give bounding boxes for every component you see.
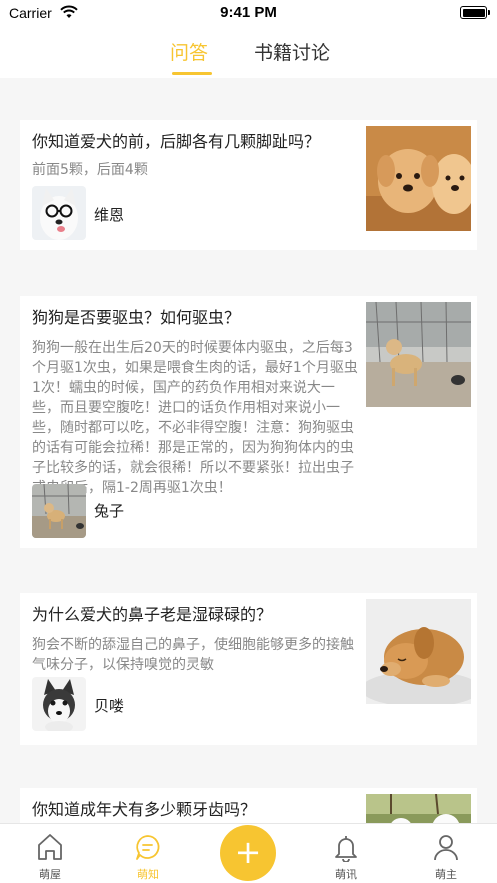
- tabbar-item-profile[interactable]: 萌主: [416, 824, 476, 883]
- tabbar-item-home[interactable]: 萌屋: [20, 824, 80, 883]
- husky-puppy-avatar[interactable]: [32, 677, 86, 731]
- author-name[interactable]: 兔子: [94, 500, 124, 521]
- post-card[interactable]: 为什么爱犬的鼻子老是湿碌碌的？ 狗会不断的舔湿自己的鼻子，使细胞能够更多的接触气…: [20, 593, 477, 745]
- tabbar-label: 萌主: [435, 868, 457, 881]
- status-bar: Carrier 9:41 PM: [0, 0, 497, 26]
- dog-in-yard-photo: [366, 302, 471, 407]
- tab-qa[interactable]: 问答: [170, 38, 208, 65]
- post-card[interactable]: 狗狗是否要驱虫？如何驱虫？ 狗狗一般在出生后20天的时候要体内驱虫，之后每3个月…: [20, 296, 477, 548]
- author-name[interactable]: 维恩: [94, 204, 124, 225]
- post-card[interactable]: 你知道爱犬的前，后脚各有几颗脚趾吗？ 前面5颗，后面4颗 维恩: [20, 120, 477, 250]
- tabbar-item-news[interactable]: 萌讯: [316, 824, 376, 883]
- post-title: 为什么爱犬的鼻子老是湿碌碌的？: [32, 605, 273, 624]
- post-title: 你知道爱犬的前，后脚各有几颗脚趾吗？: [32, 132, 321, 151]
- person-icon: [431, 832, 461, 862]
- battery-icon: [460, 6, 490, 19]
- active-tab-indicator: [172, 72, 212, 75]
- add-post-button[interactable]: +: [220, 825, 276, 881]
- post-excerpt: 狗狗一般在出生后20天的时候要体内驱虫，之后每3个月驱1次虫，如果是喂食生肉的话…: [32, 340, 358, 496]
- post-title: 狗狗是否要驱虫？如何驱虫？: [32, 308, 241, 327]
- author-name[interactable]: 贝喽: [94, 695, 124, 716]
- dog-in-yard-avatar[interactable]: [32, 484, 86, 538]
- husky-with-glasses-avatar[interactable]: [32, 186, 86, 240]
- sleeping-puppy-photo: [366, 599, 471, 704]
- plus-icon: +: [234, 833, 262, 871]
- tab-book-discussion[interactable]: 书籍讨论: [254, 38, 330, 65]
- tabbar-label: 萌讯: [335, 868, 357, 881]
- post-excerpt: 前面5颗，后面4颗: [32, 162, 148, 178]
- top-tabs: 问答 书籍讨论: [0, 26, 497, 78]
- chat-bubble-icon: [133, 832, 163, 862]
- clock: 9:41 PM: [220, 4, 277, 21]
- post-excerpt: 狗会不断的舔湿自己的鼻子，使细胞能够更多的接触气味分子，以保持嗅觉的灵敏: [32, 637, 354, 673]
- golden-retriever-puppies-photo: [366, 126, 471, 231]
- tabbar-label: 萌屋: [39, 868, 61, 881]
- tabbar-label: 萌知: [137, 868, 159, 881]
- post-title: 你知道成年犬有多少颗牙齿吗？: [32, 800, 257, 819]
- tabbar-item-knowledge[interactable]: 萌知: [118, 824, 178, 883]
- bell-icon: [331, 832, 361, 863]
- house-icon: [35, 832, 65, 862]
